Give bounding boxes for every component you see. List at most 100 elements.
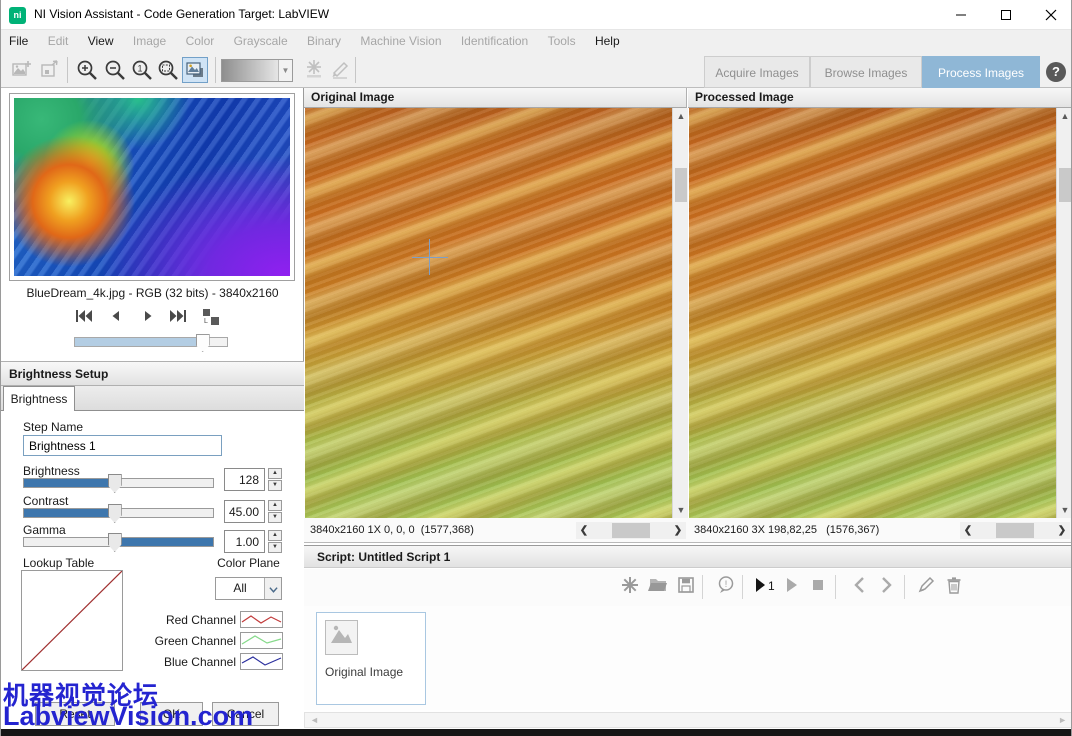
new-script-button[interactable] <box>618 575 642 599</box>
menu-help[interactable]: Help <box>587 30 628 53</box>
contrast-slider[interactable] <box>23 508 214 518</box>
spin-up-icon[interactable]: ▲ <box>268 468 282 479</box>
minimize-button[interactable] <box>938 0 983 30</box>
processed-status-bar: 3840x2160 3X 198,82,25 (1576,367) ❮ ❯ <box>688 518 1072 543</box>
open-script-button[interactable] <box>646 575 670 599</box>
scroll-up-icon[interactable]: ▲ <box>673 108 689 124</box>
original-vertical-scrollbar[interactable]: ▲ ▼ <box>672 108 688 518</box>
stop-button[interactable] <box>806 575 830 599</box>
scrollbar-thumb[interactable] <box>675 168 687 202</box>
draw-tool-button[interactable] <box>327 57 353 83</box>
scroll-right-icon[interactable]: ❯ <box>1054 522 1070 539</box>
scroll-left-icon[interactable]: ❮ <box>576 522 592 539</box>
previous-image-button[interactable] <box>105 308 127 327</box>
brightness-tool-button[interactable] <box>301 57 327 83</box>
chevron-down-icon[interactable]: ▼ <box>278 60 292 81</box>
spin-down-icon[interactable]: ▼ <box>268 542 282 553</box>
processed-horizontal-scrollbar[interactable]: ❮ ❯ <box>960 522 1070 539</box>
processed-image-view[interactable] <box>689 108 1056 518</box>
left-panel: BlueDream_4k.jpg - RGB (32 bits) - 3840x… <box>1 88 304 736</box>
menu-identification[interactable]: Identification <box>453 30 536 53</box>
scrollbar-thumb[interactable] <box>1059 168 1071 202</box>
view-image-tool-button[interactable] <box>182 57 208 83</box>
spin-up-icon[interactable]: ▲ <box>268 530 282 541</box>
brightness-slider-thumb[interactable] <box>108 474 122 493</box>
gamma-value[interactable]: 1.00 <box>224 530 265 553</box>
brightness-slider[interactable] <box>23 478 214 488</box>
tab-acquire-images[interactable]: Acquire Images <box>704 56 810 88</box>
image-nav-slider[interactable] <box>74 337 228 347</box>
menu-view[interactable]: View <box>80 30 122 53</box>
tab-process-images[interactable]: Process Images <box>922 56 1040 88</box>
processed-vertical-scrollbar[interactable]: ▲ ▼ <box>1056 108 1072 518</box>
trash-icon <box>944 575 964 595</box>
nav-slider-fill <box>75 338 203 346</box>
chevron-down-icon[interactable] <box>264 578 281 599</box>
zoom-out-button[interactable] <box>102 57 128 83</box>
last-image-button[interactable] <box>167 308 189 327</box>
acquire-image-button[interactable] <box>9 57 35 83</box>
scroll-up-icon[interactable]: ▲ <box>1057 108 1072 124</box>
spin-down-icon[interactable]: ▼ <box>268 512 282 523</box>
step-forward-button[interactable] <box>874 575 898 599</box>
save-script-button[interactable] <box>674 575 698 599</box>
scrollbar-thumb[interactable] <box>996 523 1034 538</box>
scroll-down-icon[interactable]: ▼ <box>1057 502 1072 518</box>
close-button[interactable] <box>1028 0 1072 30</box>
menu-machine-vision[interactable]: Machine Vision <box>352 30 449 53</box>
zoom-in-button[interactable] <box>74 57 100 83</box>
contrast-value[interactable]: 45.00 <box>224 500 265 523</box>
nav-slider-thumb[interactable] <box>196 334 210 352</box>
zoom-out-icon <box>103 58 127 82</box>
new-script-icon <box>620 575 640 595</box>
help-button[interactable]: ? <box>1046 62 1066 82</box>
script-horizontal-scrollbar[interactable]: ◄ ► <box>304 712 1072 728</box>
chevron-left-icon <box>850 575 870 595</box>
crosshair-icon <box>412 257 448 258</box>
edit-step-button[interactable] <box>914 575 938 599</box>
spin-down-icon[interactable]: ▼ <box>268 480 282 491</box>
zoom-fit-button[interactable] <box>155 57 181 83</box>
menu-grayscale[interactable]: Grayscale <box>226 30 296 53</box>
delete-step-button[interactable] <box>942 575 966 599</box>
zoom-1x-button[interactable]: 1 <box>129 57 155 83</box>
run-once-icon: 1 <box>752 575 778 595</box>
tab-browse-images[interactable]: Browse Images <box>810 56 922 88</box>
scroll-left-icon[interactable]: ◄ <box>310 715 319 725</box>
menu-file[interactable]: File <box>1 30 36 53</box>
script-step-card[interactable]: Original Image <box>316 612 426 705</box>
scroll-down-icon[interactable]: ▼ <box>673 502 689 518</box>
spin-up-icon[interactable]: ▲ <box>268 500 282 511</box>
menu-tools[interactable]: Tools <box>540 30 584 53</box>
image-step-icon <box>325 620 358 655</box>
palette-select[interactable]: ▼ <box>221 59 293 82</box>
step-name-input[interactable] <box>23 435 222 456</box>
brightness-value[interactable]: 128 <box>224 468 265 491</box>
next-image-button[interactable] <box>137 308 159 327</box>
run-button[interactable] <box>780 575 804 599</box>
original-image-view[interactable] <box>305 108 672 518</box>
scrollbar-thumb[interactable] <box>612 523 650 538</box>
first-image-button[interactable] <box>73 308 95 327</box>
maximize-button[interactable] <box>983 0 1028 30</box>
menu-color[interactable]: Color <box>178 30 223 53</box>
thumbnail-view-button[interactable]: L <box>199 308 221 327</box>
image-browser-thumbnail[interactable] <box>9 93 295 281</box>
contrast-slider-thumb[interactable] <box>108 504 122 523</box>
run-once-button[interactable]: 1 <box>750 575 780 599</box>
gamma-slider-thumb[interactable] <box>108 533 122 552</box>
step-back-button[interactable] <box>848 575 872 599</box>
comment-button[interactable]: ! <box>714 575 738 599</box>
scroll-left-icon[interactable]: ❮ <box>960 522 976 539</box>
gamma-slider[interactable] <box>23 537 214 547</box>
tab-brightness[interactable]: Brightness <box>3 386 75 411</box>
viewer-area: Original Image Processed Image ▲ ▼ ▲ ▼ 3… <box>304 88 1072 736</box>
scroll-right-icon[interactable]: ❯ <box>670 522 686 539</box>
menu-image[interactable]: Image <box>125 30 174 53</box>
store-image-button[interactable] <box>37 57 63 83</box>
menu-edit[interactable]: Edit <box>40 30 77 53</box>
menu-binary[interactable]: Binary <box>299 30 349 53</box>
color-plane-dropdown[interactable]: All <box>215 577 282 600</box>
original-horizontal-scrollbar[interactable]: ❮ ❯ <box>576 522 686 539</box>
scroll-right-icon[interactable]: ► <box>1058 715 1067 725</box>
